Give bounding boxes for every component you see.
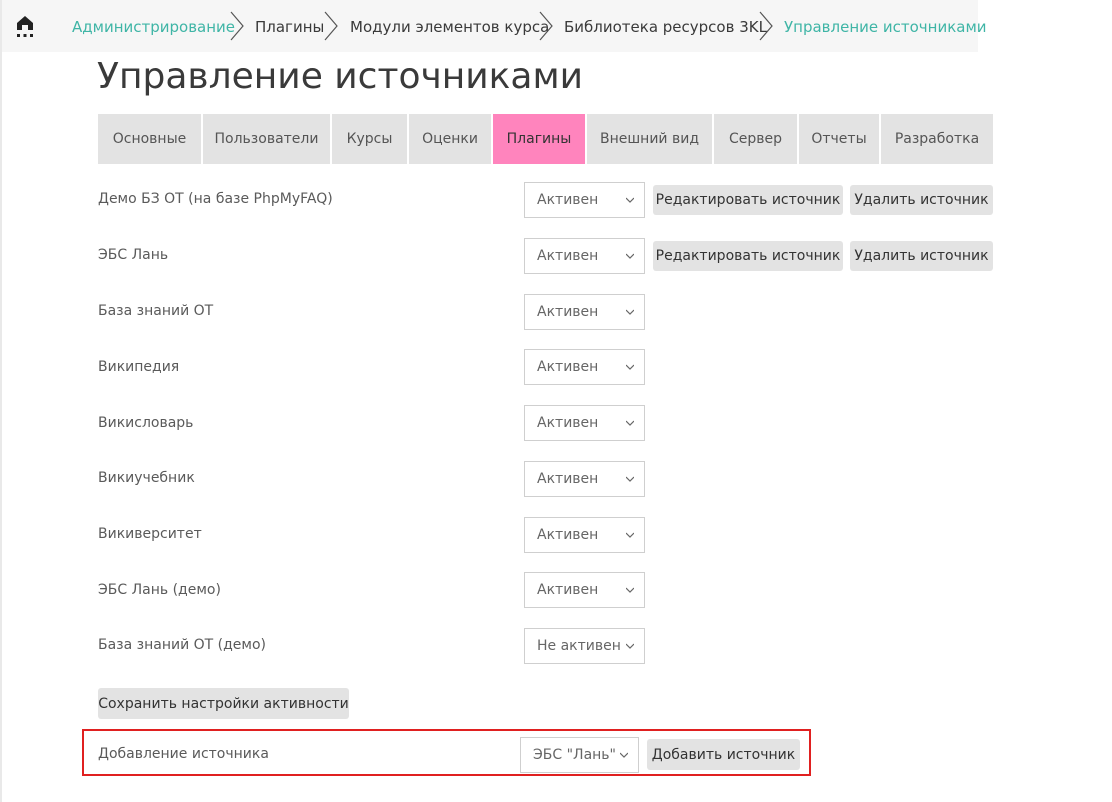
- source-status-select[interactable]: Активен: [524, 461, 645, 497]
- tab-reports[interactable]: Отчеты: [799, 114, 879, 164]
- source-status-select[interactable]: Активен: [524, 294, 645, 330]
- tab-appearance[interactable]: Внешний вид: [587, 114, 712, 164]
- source-name: Демо БЗ ОТ (на базе PhpMyFAQ): [98, 191, 333, 207]
- add-source-button[interactable]: Добавить источник: [647, 739, 800, 770]
- source-status-value: Активен: [537, 192, 599, 208]
- chevron-down-icon: [626, 476, 634, 482]
- breadcrumb-item-plugins[interactable]: Плагины: [255, 17, 324, 37]
- source-status-select[interactable]: Активен: [524, 238, 645, 274]
- source-status-select[interactable]: Активен: [524, 517, 645, 553]
- chevron-right-icon: [230, 11, 244, 41]
- source-status-value: Активен: [537, 527, 599, 543]
- source-status-value: Активен: [537, 359, 599, 375]
- source-name: ЭБС Лань: [98, 247, 169, 263]
- page-title: Управление источниками: [97, 56, 584, 97]
- breadcrumb: Администрирование Плагины Модули элемент…: [2, 0, 987, 52]
- source-name: Викиверситет: [98, 526, 202, 542]
- chevron-down-icon: [626, 532, 634, 538]
- chevron-right-icon: [324, 11, 338, 41]
- left-border: [0, 0, 2, 802]
- add-source-type-select[interactable]: ЭБС "Лань": [520, 737, 639, 773]
- add-source-type-value: ЭБС "Лань": [533, 747, 616, 763]
- add-source-label: Добавление источника: [98, 746, 269, 762]
- breadcrumb-item-administration[interactable]: Администрирование: [72, 17, 235, 37]
- source-status-value: Активен: [537, 304, 599, 320]
- delete-source-button[interactable]: Удалить источник: [850, 185, 993, 215]
- source-name: Викисловарь: [98, 415, 194, 431]
- tab-grades[interactable]: Оценки: [409, 114, 491, 164]
- delete-source-button[interactable]: Удалить источник: [850, 241, 993, 271]
- edit-source-button[interactable]: Редактировать источник: [653, 185, 843, 215]
- source-status-value: Активен: [537, 415, 599, 431]
- tab-general[interactable]: Основные: [98, 114, 201, 164]
- chevron-down-icon: [626, 420, 634, 426]
- tab-plugins[interactable]: Плагины: [493, 114, 585, 164]
- breadcrumb-item-course-modules[interactable]: Модули элементов курса: [350, 17, 549, 37]
- tab-server[interactable]: Сервер: [714, 114, 797, 164]
- source-status-select[interactable]: Активен: [524, 572, 645, 608]
- source-status-value: Не активен: [537, 638, 621, 654]
- source-status-value: Активен: [537, 471, 599, 487]
- chevron-down-icon: [626, 587, 634, 593]
- source-status-select[interactable]: Активен: [524, 349, 645, 385]
- edit-source-button[interactable]: Редактировать источник: [653, 241, 843, 271]
- breadcrumb-item-resource-library[interactable]: Библиотека ресурсов 3KL: [564, 17, 767, 37]
- save-activity-settings-button[interactable]: Сохранить настройки активности: [98, 688, 349, 719]
- source-status-select[interactable]: Активен: [524, 182, 645, 218]
- source-status-select[interactable]: Активен: [524, 405, 645, 441]
- source-status-value: Активен: [537, 582, 599, 598]
- chevron-down-icon: [626, 197, 634, 203]
- source-status-value: Активен: [537, 248, 599, 264]
- breadcrumb-item-manage-sources[interactable]: Управление источниками: [784, 17, 987, 37]
- chevron-down-icon: [626, 253, 634, 259]
- source-name: Википедия: [98, 359, 180, 375]
- chevron-down-icon: [620, 752, 628, 758]
- source-status-select[interactable]: Не активен: [524, 628, 645, 664]
- source-name: База знаний ОТ: [98, 303, 214, 319]
- tab-users[interactable]: Пользователи: [203, 114, 330, 164]
- tab-courses[interactable]: Курсы: [332, 114, 407, 164]
- source-name: Викиучебник: [98, 470, 195, 486]
- chevron-right-icon: [539, 11, 553, 41]
- chevron-right-icon: [759, 11, 773, 41]
- chevron-down-icon: [626, 309, 634, 315]
- admin-tabs: Основные Пользователи Курсы Оценки Плаги…: [98, 114, 993, 164]
- source-name: База знаний ОТ (демо): [98, 637, 266, 653]
- home-icon[interactable]: [14, 13, 36, 39]
- chevron-down-icon: [626, 643, 634, 649]
- tab-development[interactable]: Разработка: [881, 114, 993, 164]
- source-name: ЭБС Лань (демо): [98, 582, 221, 598]
- chevron-down-icon: [626, 364, 634, 370]
